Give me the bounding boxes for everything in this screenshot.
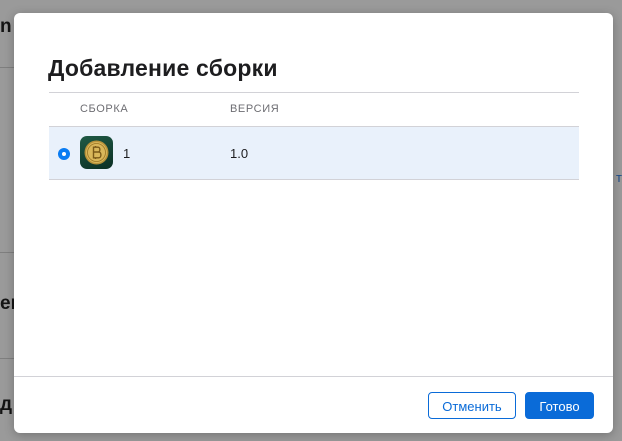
row-radio-button[interactable] (58, 148, 70, 160)
bitcoin-app-icon (80, 136, 113, 169)
builds-table: СБОРКА ВЕРСИЯ 1 1.0 (49, 92, 579, 180)
build-number: 1 (123, 146, 131, 161)
dialog-title: Добавление сборки (48, 55, 278, 81)
done-button[interactable]: Готово (525, 392, 594, 419)
dialog-footer: Отменить Готово (14, 376, 613, 434)
background-link-fragment: т (616, 170, 622, 185)
add-build-dialog: Добавление сборки СБОРКА ВЕРСИЯ 1 1.0 От… (14, 13, 613, 433)
column-header-build: СБОРКА (80, 103, 129, 115)
background-text-fragment: д (0, 394, 13, 415)
background-text-fragment: n (0, 16, 12, 37)
table-row[interactable]: 1 1.0 (49, 127, 579, 180)
background-divider (0, 67, 14, 68)
cancel-button[interactable]: Отменить (428, 392, 516, 419)
background-divider (0, 358, 14, 359)
table-header: СБОРКА ВЕРСИЯ (49, 92, 579, 127)
background-divider (0, 252, 14, 253)
version-number: 1.0 (230, 146, 249, 161)
column-header-version: ВЕРСИЯ (230, 103, 280, 115)
